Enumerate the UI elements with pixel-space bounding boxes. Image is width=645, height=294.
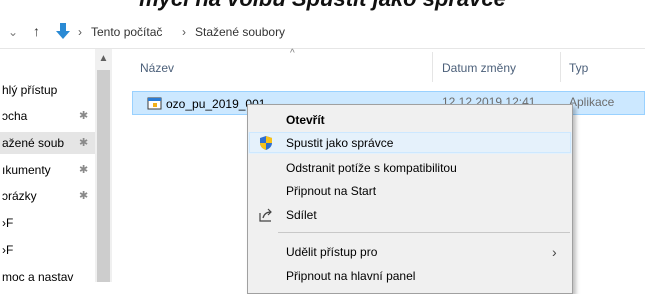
- menu-item-label: Udělit přístup pro: [286, 245, 378, 259]
- column-header-date[interactable]: Datum změny: [442, 56, 516, 80]
- pin-icon: ✱: [79, 190, 89, 202]
- nav-item-label: ›F: [2, 216, 14, 230]
- pin-icon: ✱: [79, 110, 89, 122]
- column-header-name[interactable]: Název: [140, 56, 174, 80]
- menu-item-label: Sdílet: [286, 208, 317, 222]
- scroll-up-arrow-icon[interactable]: ▲: [95, 52, 112, 66]
- breadcrumb-this-pc[interactable]: Tento počítač: [91, 25, 162, 39]
- menu-separator: [278, 232, 570, 233]
- nav-scrollbar[interactable]: ▲: [95, 49, 112, 282]
- address-bar[interactable]: ⌄ ↑ › Tento počítač › Stažené soubory: [0, 18, 645, 48]
- recent-locations-chevron-icon[interactable]: ⌄: [8, 25, 18, 39]
- up-arrow-icon[interactable]: ↑: [33, 23, 40, 39]
- nav-item-label: ɔcha: [2, 109, 28, 123]
- nav-item-label: hlý přístup: [2, 83, 58, 97]
- column-divider[interactable]: [560, 52, 561, 82]
- nav-item-label: ›F: [2, 243, 14, 257]
- menu-item-open[interactable]: Otevřít: [248, 109, 572, 131]
- menu-item-run-as-admin[interactable]: Spustit jako správce: [248, 132, 572, 154]
- nav-item-label: ɔrázky: [2, 189, 37, 203]
- scroll-thumb[interactable]: [97, 70, 110, 282]
- nav-item-label: moc a nastav: [2, 270, 74, 282]
- context-menu: Otevřít Spustit jako správce Odstranit p…: [247, 104, 573, 294]
- column-header-type[interactable]: Typ: [569, 56, 588, 80]
- breadcrumb-separator: ›: [182, 25, 186, 39]
- column-divider[interactable]: [432, 52, 433, 82]
- menu-item-label: Spustit jako správce: [286, 136, 394, 150]
- menu-item-label: Připnout na Start: [286, 184, 377, 198]
- breadcrumb-separator: ›: [78, 25, 82, 39]
- nav-item-label: ažené soub: [2, 136, 65, 150]
- menu-item-label: Připnout na hlavní panel: [286, 269, 416, 283]
- nav-item-label: ıkumenty: [2, 163, 51, 177]
- pin-icon: ✱: [79, 137, 89, 149]
- uac-shield-icon: [258, 135, 274, 151]
- menu-item-label: Odstranit potíže s kompatibilitou: [286, 161, 457, 175]
- menu-item-share[interactable]: Sdílet: [248, 204, 572, 226]
- menu-item-label: Otevřít: [286, 113, 325, 127]
- submenu-arrow-icon: ›: [552, 244, 557, 260]
- menu-item-pin-to-taskbar[interactable]: Připnout na hlavní panel: [248, 265, 572, 287]
- file-type: Aplikace: [569, 95, 615, 109]
- menu-item-give-access-to[interactable]: Udělit přístup pro ›: [248, 241, 572, 263]
- pin-icon: ✱: [79, 164, 89, 176]
- download-folder-icon: [55, 22, 71, 43]
- page-caption: myčí na volbu Spustit jako správce: [0, 0, 645, 12]
- breadcrumb-downloads[interactable]: Stažené soubory: [195, 25, 285, 39]
- menu-item-pin-to-start[interactable]: Připnout na Start: [248, 180, 572, 202]
- share-icon: [258, 207, 274, 223]
- application-icon: [147, 95, 163, 114]
- sort-ascending-icon: ^: [290, 48, 295, 59]
- menu-item-troubleshoot-compatibility[interactable]: Odstranit potíže s kompatibilitou: [248, 157, 572, 179]
